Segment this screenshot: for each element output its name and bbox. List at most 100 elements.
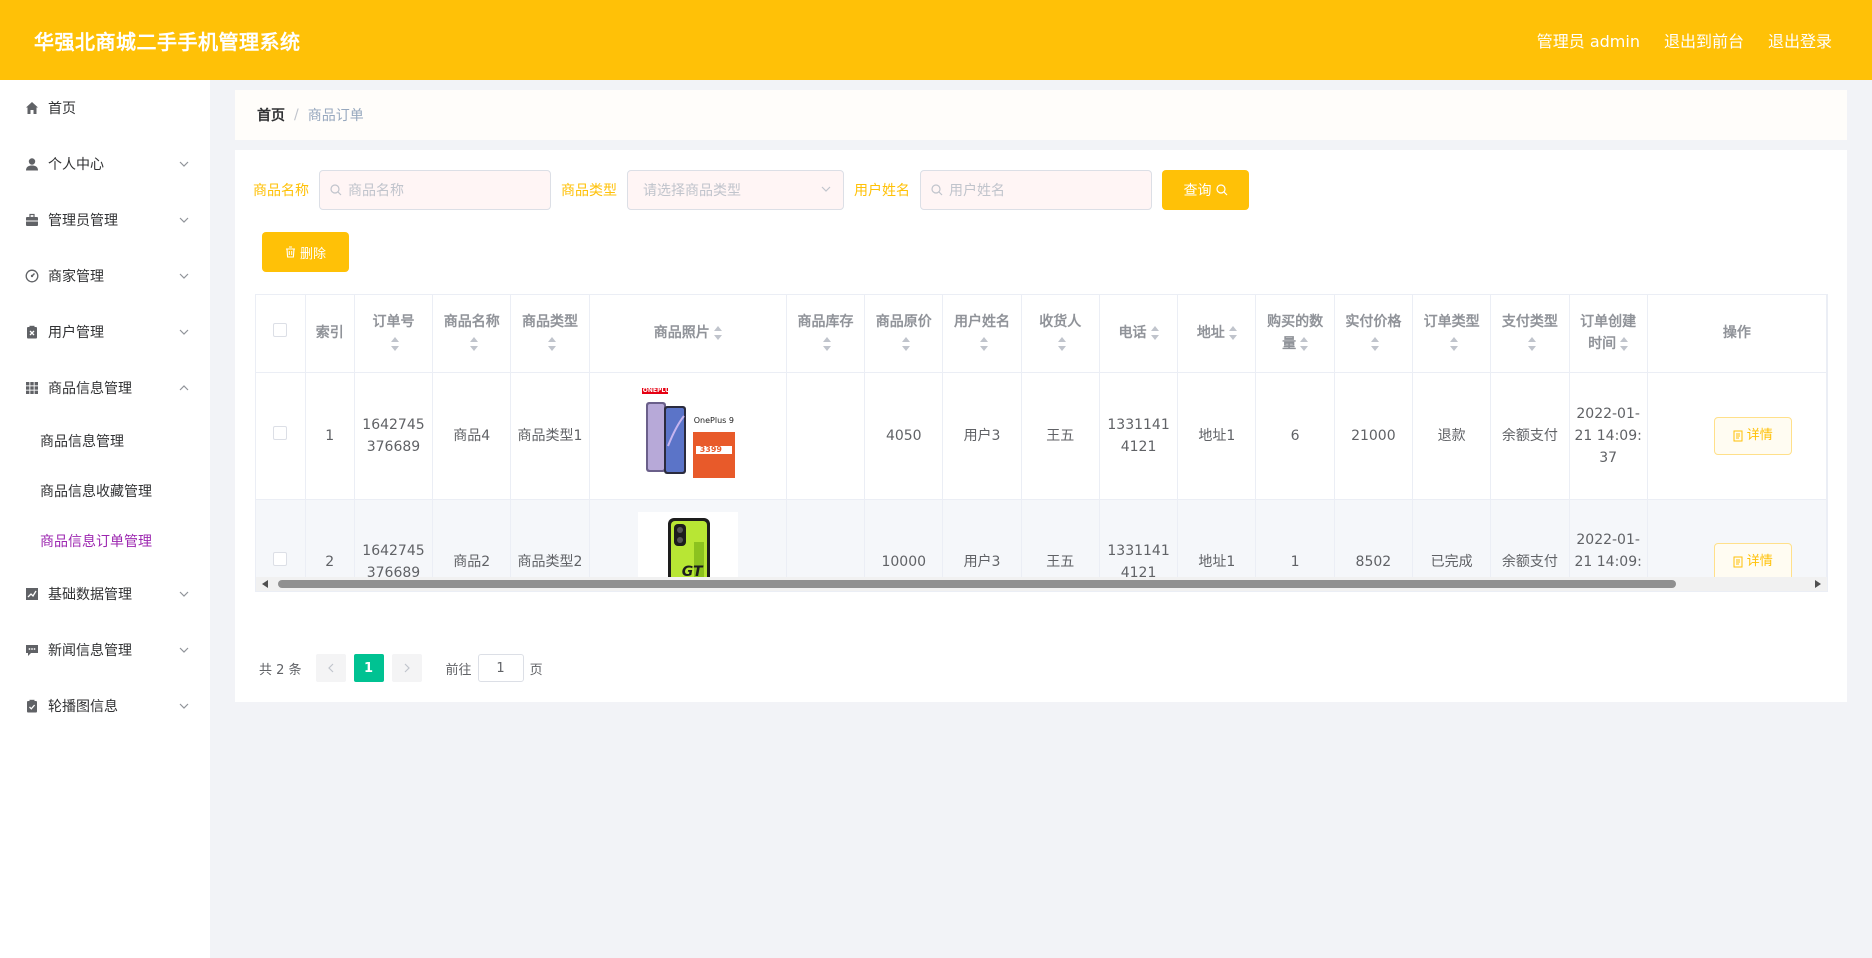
user-name-placeholder: 用户姓名 [949,183,1005,199]
sort-icon[interactable] [469,337,478,352]
user-name-label: 用户姓名 [854,183,910,199]
cell-user-name: 用户3 [942,372,1022,500]
header-select-all[interactable] [256,295,306,373]
scroll-right-arrow-icon[interactable] [1815,580,1821,588]
sidebar-item-basedata[interactable]: 基础数据管理 [0,566,210,622]
breadcrumb-home[interactable]: 首页 [257,105,285,125]
sort-icon[interactable] [713,326,722,341]
delete-button[interactable]: 删除 [262,232,349,272]
detail-button[interactable]: 详情 [1713,416,1792,455]
sidebar-item-news[interactable]: 新闻信息管理 [0,622,210,678]
sort-icon[interactable] [901,337,910,352]
admin-label[interactable]: 管理员 admin [1537,28,1640,52]
header-original-price[interactable]: 商品原价 [864,295,944,373]
user-name-input[interactable]: 用户姓名 [920,170,1152,210]
header-goods-photo[interactable]: 商品照片 [589,295,787,373]
cell-index: 1 [305,372,355,500]
next-page-button[interactable] [391,654,422,682]
detail-button-label: 详情 [1746,427,1773,443]
sidebar-item-admin[interactable]: 管理员管理 [0,192,210,248]
header-order-no[interactable]: 订单号 [354,295,434,373]
cell-receiver: 王五 [1021,372,1100,500]
sort-icon[interactable] [1228,326,1237,341]
goto-suffix: 页 [529,662,543,678]
user-icon [24,156,40,172]
sort-icon[interactable] [1300,337,1309,352]
row-checkbox[interactable] [273,552,288,566]
cell-pay-type: 余额支付 [1490,372,1570,500]
header-user-name[interactable]: 用户姓名 [942,295,1022,373]
chat-icon [24,642,40,658]
header-stock[interactable]: 商品库存 [786,295,866,373]
cell-goods-name: 商品4 [432,372,512,500]
header-quantity[interactable]: 购买的数量 [1255,295,1335,373]
header-paid-price[interactable]: 实付价格 [1334,295,1413,373]
row-checkbox[interactable] [273,425,288,440]
cell-address: 地址1 [1177,372,1257,500]
cell-created-at: 2022-01-21 14:09:37 [1569,372,1648,500]
header-receiver[interactable]: 收货人 [1021,295,1100,373]
sidebar-item-users[interactable]: 用户管理 [0,304,210,360]
sort-icon[interactable] [1527,337,1536,352]
goto-page: 前往 1 页 [446,654,543,682]
query-button[interactable]: 查询 [1162,170,1249,210]
submenu-item-goods-collection[interactable]: 商品信息收藏管理 [0,466,210,516]
sort-icon[interactable] [823,337,832,352]
logout-link[interactable]: 退出登录 [1768,28,1832,52]
orders-table: 索引 订单号 商品名称 商品类型 商品照片 商品库存 商品原价 用户姓名 收货人… [255,294,1828,592]
sort-icon[interactable] [547,337,556,352]
home-icon [24,100,40,116]
sidebar-item-label: 商品信息管理 [48,381,132,397]
exit-to-front-link[interactable]: 退出到前台 [1664,28,1744,52]
query-button-label: 查询 [1183,183,1212,199]
detail-button-label: 详情 [1746,554,1773,569]
select-all-checkbox[interactable] [273,323,288,338]
horizontal-scrollbar[interactable] [256,577,1827,591]
submenu-item-goods-info[interactable]: 商品信息管理 [0,416,210,466]
prev-page-button[interactable] [315,654,346,682]
sidebar-item-merchant[interactable]: 商家管理 [0,248,210,304]
goods-photo-oneplus[interactable]: ONEPLUS OnePlus 9 3399 [637,385,738,486]
row-checkbox-cell[interactable] [256,372,306,500]
scroll-left-arrow-icon[interactable] [262,580,268,588]
header-goods-type[interactable]: 商品类型 [510,295,590,373]
sidebar-item-goods[interactable]: 商品信息管理 [0,360,210,416]
sort-icon[interactable] [980,337,989,352]
header-phone[interactable]: 电话 [1099,295,1179,373]
chart-icon [24,586,40,602]
sidebar-item-label: 用户管理 [48,325,104,341]
grid-icon [24,380,40,396]
sort-icon[interactable] [1620,337,1629,352]
document-icon [1733,556,1743,568]
header-goods-name[interactable]: 商品名称 [432,295,512,373]
cell-paid-price: 21000 [1334,372,1413,500]
page-number-current[interactable]: 1 [353,654,384,682]
header-order-type[interactable]: 订单类型 [1412,295,1492,373]
sidebar-item-carousel[interactable]: 轮播图信息 [0,678,210,734]
header-address[interactable]: 地址 [1177,295,1257,373]
sort-icon[interactable] [1150,326,1159,341]
sidebar-item-personal[interactable]: 个人中心 [0,136,210,192]
header-operation: 操作 [1647,295,1827,373]
top-header: 华强北商城二手手机管理系统 管理员 admin 退出到前台 退出登录 [0,0,1872,80]
sort-icon[interactable] [1371,337,1380,352]
goods-name-input[interactable]: 商品名称 [319,170,551,210]
cell-phone: 13311414121 [1099,372,1179,500]
goods-type-select[interactable]: 请选择商品类型 [627,170,844,210]
submenu-item-goods-order[interactable]: 商品信息订单管理 [0,516,210,566]
table-header-row: 索引 订单号 商品名称 商品类型 商品照片 商品库存 商品原价 用户姓名 收货人… [256,295,1827,373]
sidebar-item-home[interactable]: 首页 [0,80,210,136]
sort-icon[interactable] [1449,337,1458,352]
header-created-at[interactable]: 订单创建时间 [1569,295,1648,373]
cell-goods-photo: ONEPLUS OnePlus 9 3399 [589,372,787,500]
sort-icon[interactable] [1058,337,1067,352]
sort-icon[interactable] [391,337,400,352]
sidebar-item-label: 首页 [48,101,76,117]
cell-original-price: 4050 [864,372,944,500]
scrollbar-thumb[interactable] [278,580,1676,588]
sidebar-item-label: 基础数据管理 [48,587,132,603]
cell-goods-type: 商品类型1 [510,372,590,500]
header-pay-type[interactable]: 支付类型 [1490,295,1570,373]
goto-page-input[interactable]: 1 [477,654,524,682]
detail-button[interactable]: 详情 [1713,543,1792,581]
